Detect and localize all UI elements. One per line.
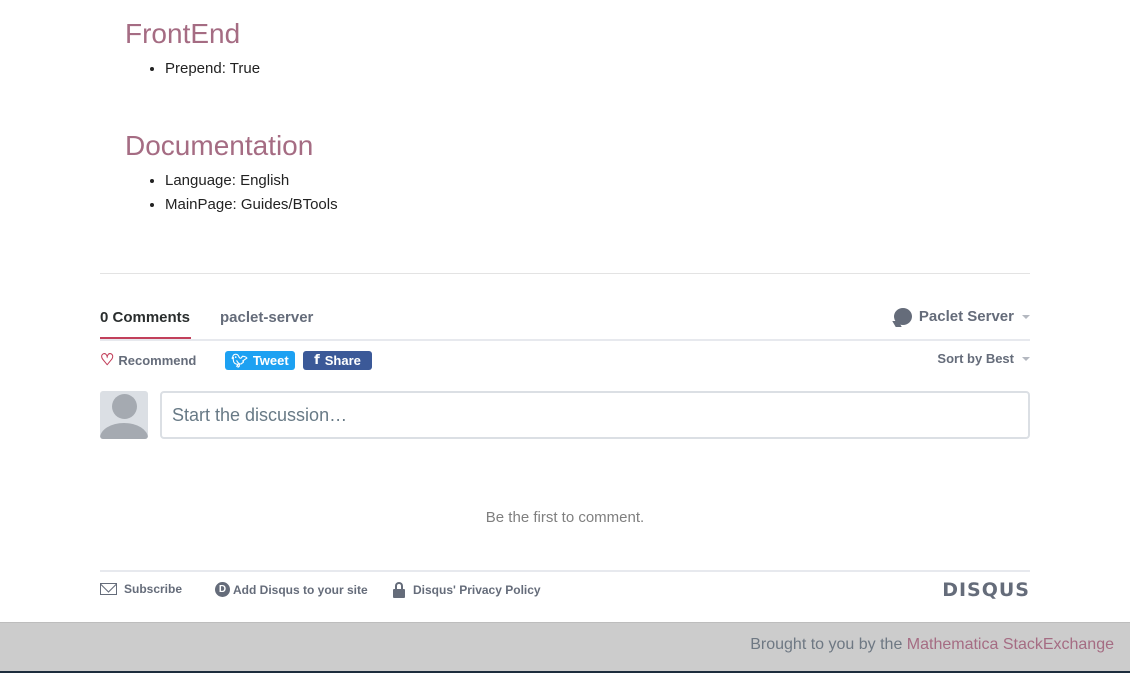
divider [100, 273, 1030, 274]
empty-message: Be the first to comment. [485, 509, 645, 526]
stackexchange-link[interactable]: Mathematica StackExchange [907, 636, 1114, 653]
tweet-label: Tweet [252, 353, 289, 368]
envelope-icon [100, 583, 117, 595]
privacy-link[interactable]: Disqus' Privacy Policy [393, 582, 541, 598]
lock-icon [393, 582, 405, 598]
share-button[interactable]: f Share [303, 351, 372, 370]
add-disqus-label: Add Disqus to your site [233, 582, 368, 597]
frontend-list: Prepend: True [147, 57, 260, 81]
disqus-logo[interactable]: DISQUS [942, 579, 1030, 601]
list-item: Prepend: True [165, 57, 260, 81]
share-label: Share [324, 353, 361, 368]
active-tab-indicator [100, 337, 191, 339]
list-item: MainPage: Guides/BTools [165, 193, 338, 217]
bottom-bar: Brought to you by the Mathematica StackE… [0, 622, 1130, 673]
recommend-button[interactable]: ♡ Recommend [100, 351, 197, 369]
comment-input[interactable]: Start the discussion… [160, 391, 1030, 439]
chat-bubble-icon [893, 308, 912, 325]
chevron-down-icon [1022, 314, 1030, 319]
avatar [100, 391, 148, 439]
list-item: Language: English [165, 169, 338, 193]
subscribe-link[interactable]: Subscribe [100, 582, 182, 596]
add-disqus-link[interactable]: D Add Disqus to your site [215, 582, 368, 597]
user-menu[interactable]: Paclet Server [893, 308, 1030, 325]
tab-forum[interactable]: paclet-server [220, 309, 313, 326]
credit-text: Brought to you by the Mathematica StackE… [750, 636, 1114, 654]
disqus-nav: 0 Comments paclet-server Paclet Server [100, 300, 1030, 341]
subscribe-label: Subscribe [124, 582, 183, 596]
sort-label: Sort by Best [937, 351, 1014, 366]
privacy-label: Disqus' Privacy Policy [413, 583, 541, 597]
disqus-d-icon: D [215, 582, 230, 597]
thread-actions: ♡ Recommend 🐦︎ Tweet f Share Sort by Bes… [100, 351, 1030, 373]
disqus-footer: Subscribe D Add Disqus to your site Disq… [100, 570, 1030, 602]
avatar-head [112, 394, 137, 419]
facebook-icon: f [314, 353, 320, 368]
sort-dropdown[interactable]: Sort by Best [937, 351, 1030, 366]
comment-composer: Start the discussion… [100, 391, 1030, 439]
chevron-down-icon [1022, 356, 1030, 361]
documentation-list: Language: English MainPage: Guides/BTool… [147, 169, 338, 217]
credit-prefix: Brought to you by the [750, 636, 907, 653]
tab-comments[interactable]: 0 Comments [100, 309, 190, 326]
user-menu-label: Paclet Server [918, 308, 1014, 325]
avatar-body [100, 423, 148, 439]
section-heading-documentation: Documentation [125, 130, 314, 161]
tweet-button[interactable]: 🐦︎ Tweet [225, 351, 295, 370]
recommend-label: Recommend [118, 353, 197, 368]
twitter-icon: 🐦︎ [231, 352, 248, 368]
section-heading-frontend: FrontEnd [125, 18, 241, 49]
heart-icon: ♡ [100, 351, 115, 369]
